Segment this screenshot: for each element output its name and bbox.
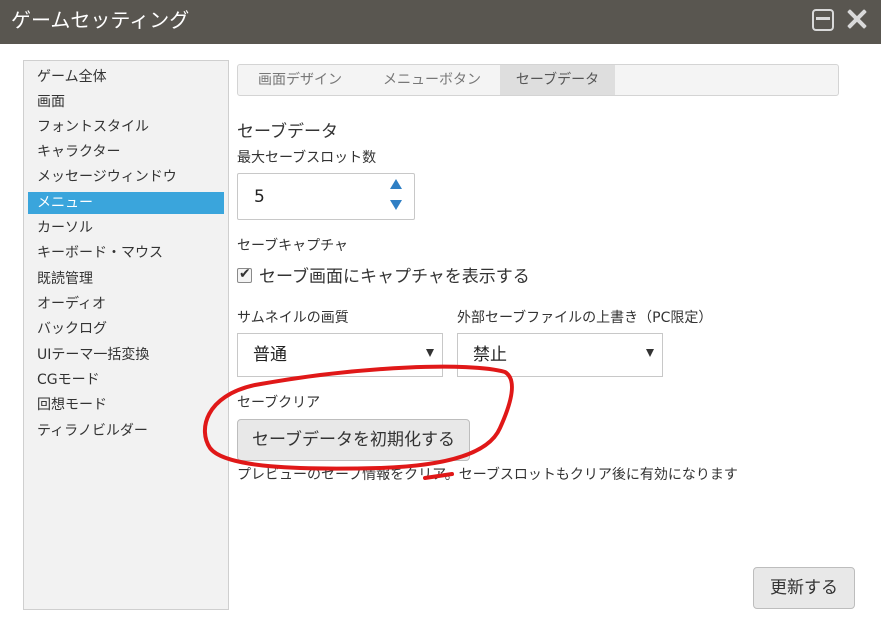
- sidebar-item-menu[interactable]: メニュー: [28, 192, 224, 214]
- stepper-down-icon[interactable]: [388, 198, 404, 212]
- window-title: ゲームセッティング: [11, 8, 190, 32]
- settings-sidebar: ゲーム全体 画面 フォントスタイル キャラクター メッセージウィンドウ メニュー…: [23, 60, 229, 610]
- dropdown-arrow-icon: [426, 349, 434, 357]
- sidebar-item-screen[interactable]: 画面: [28, 91, 224, 113]
- reset-save-data-button[interactable]: セーブデータを初期化する: [237, 419, 470, 461]
- tab-screen-design[interactable]: 画面デザイン: [240, 65, 360, 95]
- minimize-icon[interactable]: [812, 9, 834, 31]
- sidebar-item-keyboard-mouse[interactable]: キーボード・マウス: [28, 242, 224, 264]
- sidebar-item-cg-mode[interactable]: CGモード: [28, 369, 224, 391]
- max-slots-label: 最大セーブスロット数: [237, 150, 377, 166]
- checkmark-icon: ✔: [239, 266, 251, 282]
- sidebar-item-font-style[interactable]: フォントスタイル: [28, 116, 224, 138]
- sidebar-item-audio[interactable]: オーディオ: [28, 293, 224, 315]
- max-slots-value: 5: [254, 187, 265, 207]
- stepper-up-icon[interactable]: [388, 177, 404, 191]
- external-overwrite-label: 外部セーブファイルの上書き（PC限定）: [457, 310, 713, 326]
- sidebar-item-recollection-mode[interactable]: 回想モード: [28, 394, 224, 416]
- external-overwrite-select[interactable]: 禁止: [457, 333, 663, 377]
- sidebar-item-ui-theme[interactable]: UIテーマ一括変換: [28, 344, 224, 366]
- thumbnail-quality-value: 普通: [253, 345, 287, 365]
- title-bar: ゲームセッティング: [0, 0, 881, 44]
- sidebar-item-cursor[interactable]: カーソル: [28, 217, 224, 239]
- sidebar-item-message-window[interactable]: メッセージウィンドウ: [28, 166, 224, 188]
- close-icon[interactable]: [845, 9, 869, 31]
- sidebar-item-game-overall[interactable]: ゲーム全体: [28, 66, 224, 88]
- external-overwrite-value: 禁止: [473, 345, 507, 365]
- tab-bar: 画面デザイン メニューボタン セーブデータ: [237, 64, 839, 96]
- tab-save-data[interactable]: セーブデータ: [500, 65, 615, 95]
- section-title: セーブデータ: [237, 122, 338, 142]
- capture-checkbox[interactable]: ✔: [237, 266, 252, 283]
- capture-label: セーブキャプチャ: [237, 238, 349, 254]
- dropdown-arrow-icon: [646, 349, 654, 357]
- thumbnail-quality-select[interactable]: 普通: [237, 333, 443, 377]
- sidebar-item-tyrano-builder[interactable]: ティラノビルダー: [28, 420, 224, 442]
- sidebar-item-read-management[interactable]: 既読管理: [28, 268, 224, 290]
- sidebar-item-character[interactable]: キャラクター: [28, 141, 224, 163]
- capture-checkbox-label[interactable]: セーブ画面にキャプチャを表示する: [259, 266, 530, 288]
- max-slots-stepper[interactable]: 5: [237, 173, 415, 220]
- thumbnail-quality-label: サムネイルの画質: [237, 310, 349, 326]
- save-clear-label: セーブクリア: [237, 395, 321, 411]
- save-clear-hint: プレビューのセーブ情報をクリア。セーブスロットもクリア後に有効になります: [237, 467, 738, 483]
- sidebar-item-backlog[interactable]: バックログ: [28, 318, 224, 340]
- tab-menu-buttons[interactable]: メニューボタン: [364, 65, 500, 95]
- update-button[interactable]: 更新する: [753, 567, 855, 609]
